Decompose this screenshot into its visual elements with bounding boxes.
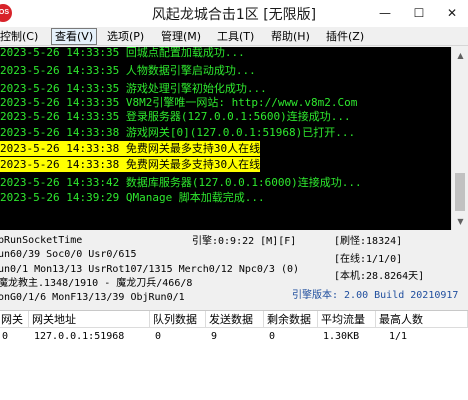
close-button[interactable]: ✕ xyxy=(436,0,468,27)
log-line-highlighted: 2023-5-26 14:33:38 免费网关最多支持30人在线 xyxy=(0,141,261,156)
status-boss-info: 魔龙教主.1348/1910 - 魔龙刀兵/466/8 xyxy=(0,278,193,289)
status-panel: bRunSocketTime 引擎:0:9:22 [M][F] [刷怪:1832… xyxy=(0,232,468,310)
cell-remaining-data: 0 xyxy=(269,331,276,342)
log-line: 2023-5-26 14:33:35 回城点配置加载成功... xyxy=(0,47,245,59)
status-monster-counters: un0/1 Mon13/13 UsrRot107/1315 Merch0/12 … xyxy=(0,264,300,275)
maximize-button[interactable]: ☐ xyxy=(402,0,436,27)
menu-manage[interactable]: 管理(M) xyxy=(158,28,204,45)
menu-view[interactable]: 查看(V) xyxy=(51,28,98,45)
log-line: 2023-5-26 14:33:38 游戏网关[0](127.0.0.1:519… xyxy=(0,126,356,139)
title-bar[interactable]: OS 风起龙城合击1区 [无限版] — ☐ ✕ xyxy=(0,0,468,27)
menu-help[interactable]: 帮助(H) xyxy=(268,28,313,45)
log-line: 2023-5-26 14:33:35 人物数据引擎启动成功... xyxy=(0,64,256,77)
menu-tools[interactable]: 工具(T) xyxy=(214,28,257,45)
cell-avg-traffic: 1.30KB xyxy=(323,331,360,342)
status-local-uptime: [本机:28.8264天] xyxy=(334,271,425,282)
scroll-down-arrow-icon[interactable]: ▼ xyxy=(452,213,468,230)
column-header-gateway[interactable]: 网关 xyxy=(0,311,29,328)
column-header-gateway-address[interactable]: 网关地址 xyxy=(29,311,150,328)
column-header-remaining-data[interactable]: 剩余数据 xyxy=(264,311,318,328)
status-online-count: [在线:1/1/0] xyxy=(334,254,403,265)
status-monster-spawn: [刷怪:18324] xyxy=(334,236,403,247)
status-socket-time: bRunSocketTime xyxy=(0,235,83,246)
menu-options[interactable]: 选项(P) xyxy=(104,28,147,45)
menu-control[interactable]: 控制(C) xyxy=(0,28,41,45)
cell-sent-data: 9 xyxy=(211,331,218,342)
engine-version-label: 引擎版本: 2.00 Build 20210917 xyxy=(292,290,459,301)
status-object-counters: onG0/1/6 MonF13/13/39 ObjRun0/1 xyxy=(0,292,185,303)
log-line: 2023-5-26 14:39:29 QManage 脚本加载完成... xyxy=(0,191,265,204)
log-console[interactable]: 2023-5-26 14:33:35 回城点配置加载成功... 2023-5-2… xyxy=(0,47,451,230)
cell-queue-data: 0 xyxy=(155,331,162,342)
status-engine-uptime: 引擎:0:9:22 [M][F] xyxy=(192,236,297,247)
status-run-counters: un60/39 Soc0/0 Usr0/615 xyxy=(0,249,137,260)
scroll-up-arrow-icon[interactable]: ▲ xyxy=(452,47,468,64)
minimize-button[interactable]: — xyxy=(368,0,402,27)
menu-bar: 控制(C) 查看(V) 选项(P) 管理(M) 工具(T) 帮助(H) 插件(Z… xyxy=(0,27,468,46)
log-scrollbar[interactable]: ▲ ▼ xyxy=(451,47,468,230)
log-line: 2023-5-26 14:33:35 V8M2引擎唯一网站: http://ww… xyxy=(0,96,358,109)
column-header-avg-traffic[interactable]: 平均流量 xyxy=(318,311,376,328)
log-line: 2023-5-26 14:33:35 登录服务器(127.0.0.1:5600)… xyxy=(0,110,351,123)
log-line-highlighted: 2023-5-26 14:33:38 免费网关最多支持30人在线 xyxy=(0,157,261,172)
menu-plugins[interactable]: 插件(Z) xyxy=(323,28,367,45)
column-header-sent-data[interactable]: 发送数据 xyxy=(206,311,264,328)
gateway-table: 网关 网关地址 队列数据 发送数据 剩余数据 平均流量 最高人数 0 127.0… xyxy=(0,310,468,400)
cell-max-users: 1/1 xyxy=(389,331,408,342)
column-header-max-users[interactable]: 最高人数 xyxy=(376,311,468,328)
log-line: 2023-5-26 14:33:35 游戏处理引擎初始化成功... xyxy=(0,82,267,95)
log-line: 2023-5-26 14:33:42 数据库服务器(127.0.0.1:6000… xyxy=(0,176,362,189)
cell-gateway: 0 xyxy=(2,331,9,342)
cell-gateway-address: 127.0.0.1:51968 xyxy=(34,331,125,342)
column-header-queue-data[interactable]: 队列数据 xyxy=(150,311,206,328)
scrollbar-thumb[interactable] xyxy=(455,173,465,211)
